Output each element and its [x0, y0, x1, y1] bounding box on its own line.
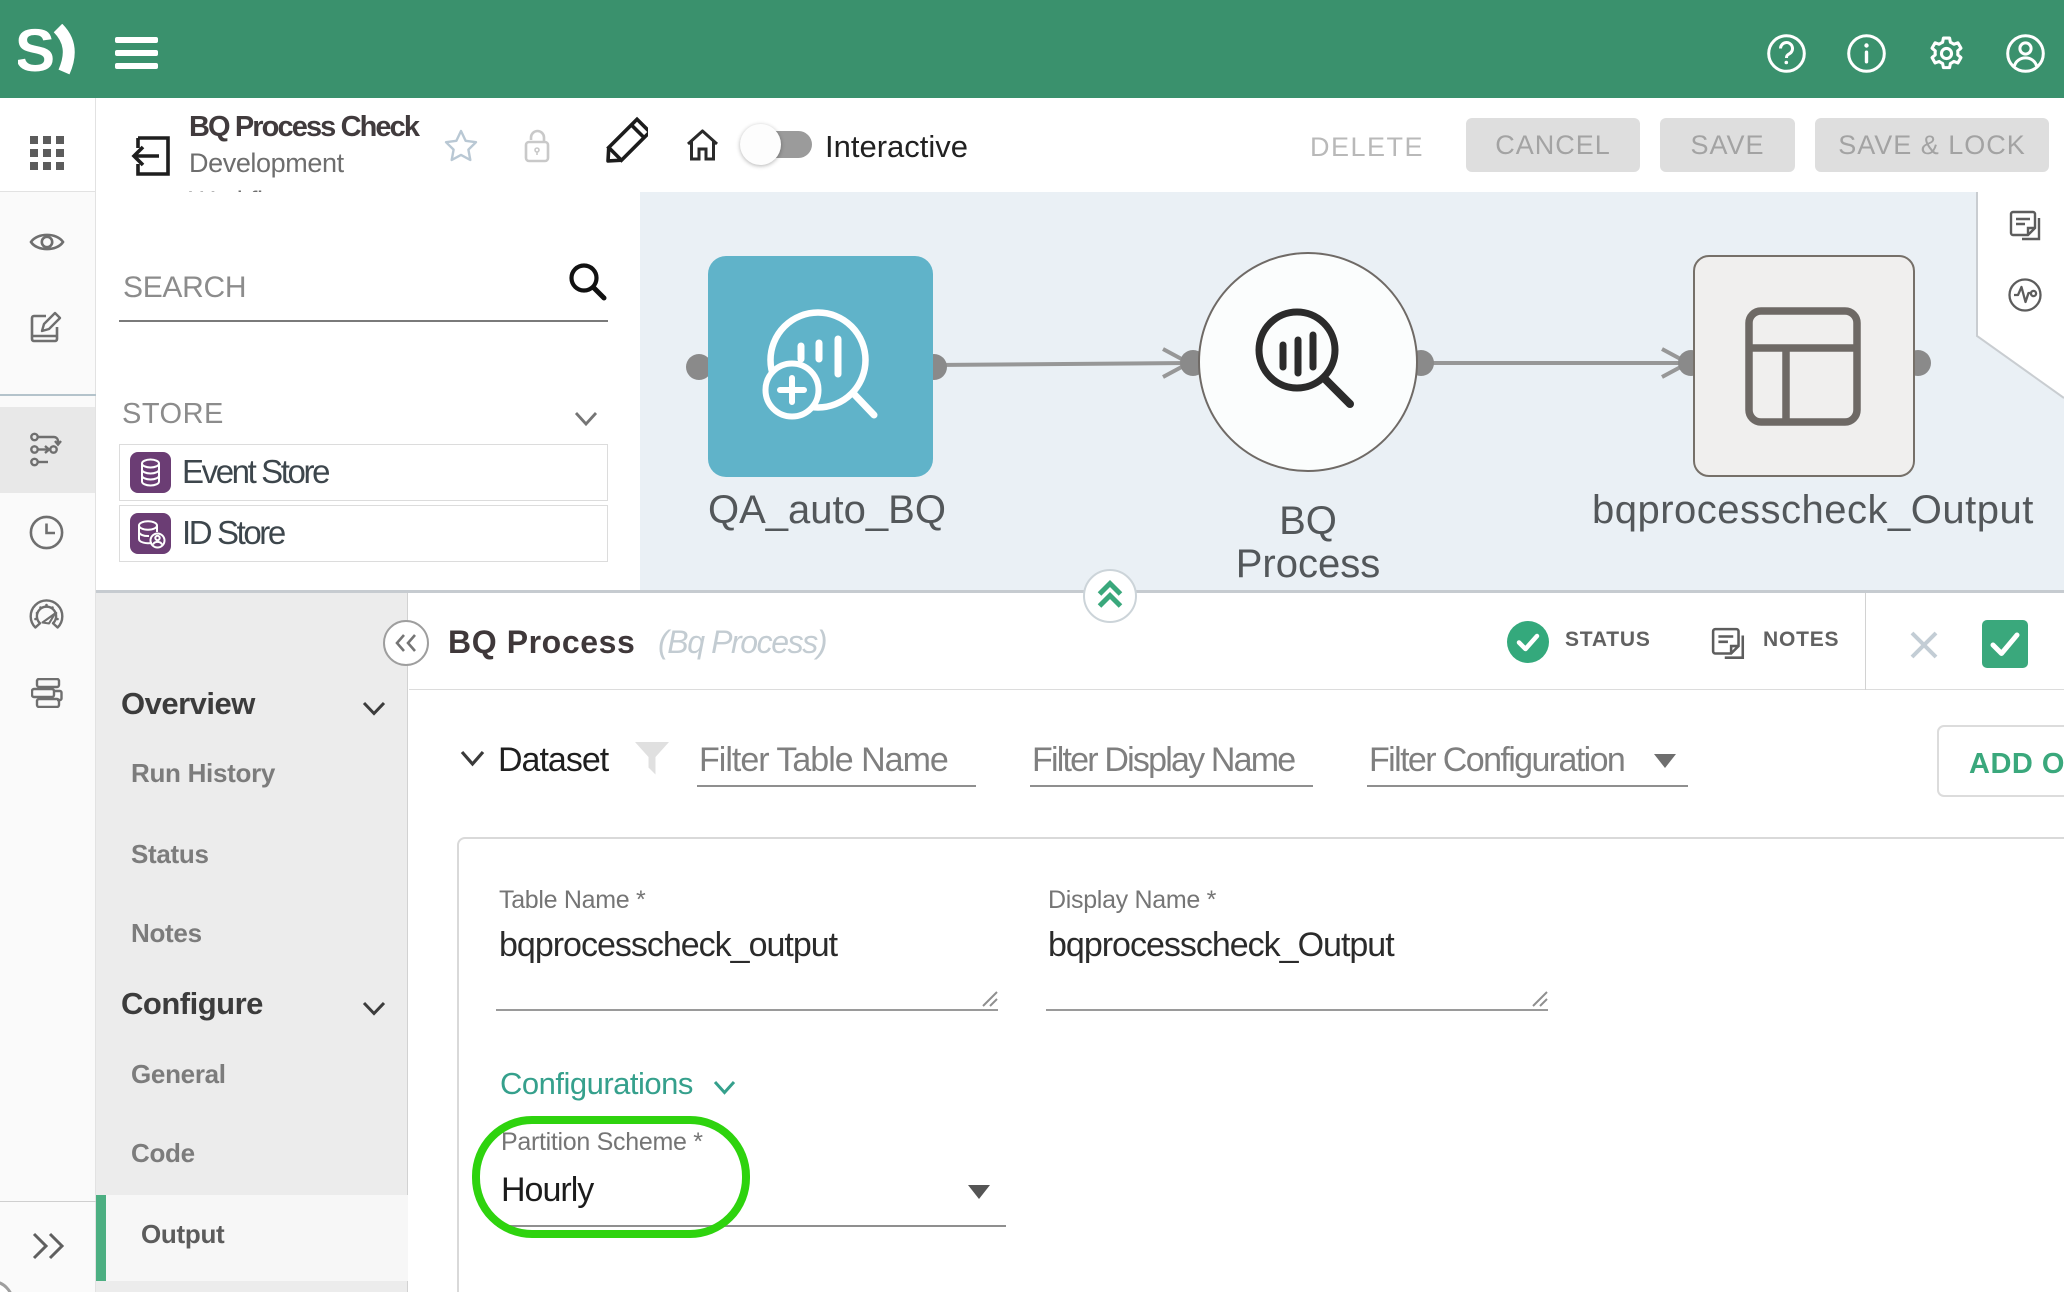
svg-text:S: S	[18, 24, 55, 76]
